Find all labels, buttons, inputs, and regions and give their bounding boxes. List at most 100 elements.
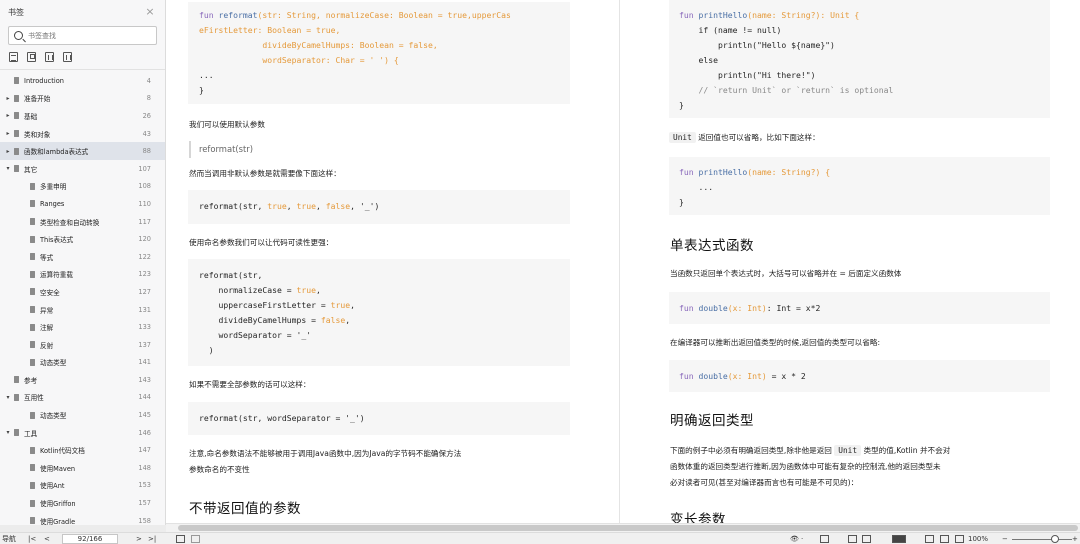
- chevron-down-icon[interactable]: ▾: [5, 394, 11, 401]
- bookmark-item[interactable]: 注解 133: [0, 318, 165, 336]
- bookmark-search-input[interactable]: [28, 31, 148, 40]
- close-icon[interactable]: ×: [145, 6, 155, 17]
- bookmark-label: 其它: [24, 165, 38, 174]
- document-horizontal-scrollbar[interactable]: [166, 523, 1080, 532]
- bookmark-item[interactable]: 动态类型 145: [0, 406, 165, 424]
- chevron-down-icon[interactable]: ▾: [5, 429, 11, 436]
- single-page-icon[interactable]: [820, 535, 829, 543]
- bookmark-page-number: 148: [138, 463, 151, 472]
- bookmark-item[interactable]: This表达式 120: [0, 230, 165, 248]
- bookmark-item[interactable]: 类型检查和自动转换 117: [0, 213, 165, 231]
- code-block-double-typed: fun double(x: Int): Int = x*2: [669, 292, 1050, 324]
- paragraph-explicit-line1: 下面的例子中必须有明确返回类型,除非他是返回 Unit 类型的值,Kotlin …: [670, 445, 951, 456]
- bookmark-page-number: 26: [142, 111, 151, 120]
- read-mode-icon[interactable]: 👁: [790, 534, 799, 544]
- bookmark-label: 反射: [40, 341, 54, 350]
- paragraph-non-default: 然而当调用非默认参数是就需要像下面这样：: [189, 169, 341, 178]
- bookmark-icon: [30, 270, 35, 278]
- fit-width-icon[interactable]: [191, 535, 200, 543]
- zoom-slider-handle[interactable]: [1051, 535, 1059, 543]
- chevron-down-icon[interactable]: ▾: [5, 165, 11, 172]
- chevron-right-icon[interactable]: ▸: [5, 148, 11, 155]
- bookmark-item[interactable]: ▸ 类和对象 43: [0, 125, 165, 143]
- bookmark-label: 动态类型: [40, 359, 67, 368]
- two-page-icon[interactable]: [862, 535, 871, 543]
- page-number-input[interactable]: 92/166: [62, 534, 118, 544]
- sidebar-divider: [0, 69, 165, 70]
- bookmark-item[interactable]: 使用Ant 153: [0, 477, 165, 495]
- chevron-right-icon[interactable]: ▸: [5, 95, 11, 102]
- bookmark-icon: [14, 429, 19, 437]
- fullscreen-icon[interactable]: [925, 535, 934, 543]
- bookmark-item[interactable]: ▸ 函数和lambda表达式 88: [0, 142, 165, 160]
- bookmark-label: 使用Griffon: [40, 500, 76, 509]
- fit-page-icon[interactable]: [176, 535, 185, 543]
- bookmark-item[interactable]: 多重申明 108: [0, 178, 165, 196]
- bookmark-item[interactable]: 参考 143: [0, 371, 165, 389]
- bookmark-icon: [30, 481, 35, 489]
- first-page-button[interactable]: |<: [28, 534, 36, 544]
- bookmark-item[interactable]: 使用Maven 148: [0, 459, 165, 477]
- bookmark-item[interactable]: Kotlin代码文档 147: [0, 441, 165, 459]
- bookmark-label: Kotlin代码文档: [40, 447, 85, 456]
- scrollbar-thumb[interactable]: [178, 525, 1078, 531]
- bookmark-item[interactable]: ▾ 工具 146: [0, 424, 165, 442]
- bookmark-page-number: 120: [138, 235, 151, 244]
- bookmark-item[interactable]: 空安全 127: [0, 283, 165, 301]
- expand-all-icon[interactable]: [9, 52, 18, 62]
- zoom-level[interactable]: 100%: [968, 534, 988, 544]
- code-block-reformat-call: reformat(str, true, true, false, '_'): [188, 190, 570, 224]
- paragraph-named-args: 使用命名参数我们可以让代码可读性更强：: [189, 238, 334, 247]
- collapse-all-icon[interactable]: [27, 52, 36, 62]
- bookmark-icon: [14, 130, 19, 138]
- bookmark-item[interactable]: ▾ 其它 107: [0, 160, 165, 178]
- read-mode-caret[interactable]: ·: [801, 534, 803, 544]
- bookmark-page-number: 117: [138, 217, 151, 226]
- continuous-page-icon[interactable]: [848, 535, 857, 543]
- bookmark-icon: [14, 94, 19, 102]
- zoom-out-button[interactable]: −: [1002, 534, 1008, 544]
- bookmark-icon: [14, 147, 19, 155]
- document-viewport[interactable]: fun reformat(str: String, normalizeCase:…: [166, 0, 1080, 523]
- bookmark-label: Introduction: [24, 76, 64, 85]
- code-block-print-hello-unit: fun printHello(name: String?): Unit { if…: [669, 0, 1050, 118]
- bookmark-item[interactable]: 反射 137: [0, 336, 165, 354]
- bookmark-page-number: 107: [138, 164, 151, 173]
- sidebar-horizontal-scrollbar[interactable]: [0, 525, 166, 532]
- bookmark-item[interactable]: ▸ 准备开始 8: [0, 90, 165, 108]
- last-page-button[interactable]: >|: [148, 534, 156, 544]
- bookmark-page-number: 145: [138, 411, 151, 420]
- document-view-icon[interactable]: [955, 535, 964, 543]
- bookmark-item[interactable]: Ranges 110: [0, 195, 165, 213]
- bookmark-icon: [14, 376, 19, 384]
- bookmark-item[interactable]: Introduction 4: [0, 72, 165, 90]
- bookmark-item[interactable]: 异常 131: [0, 301, 165, 319]
- bookmark-item[interactable]: ▾ 互用性 144: [0, 389, 165, 407]
- chevron-right-icon[interactable]: ▸: [5, 112, 11, 119]
- delete-bookmark-icon[interactable]: [63, 52, 72, 62]
- bookmark-page-number: 153: [138, 481, 151, 490]
- code-block-print-hello: fun printHello(name: String?) { ... }: [669, 157, 1050, 215]
- bookmark-item[interactable]: 使用Griffon 157: [0, 494, 165, 512]
- prev-page-button[interactable]: <: [44, 534, 50, 544]
- next-page-button[interactable]: >: [136, 534, 142, 544]
- add-bookmark-icon[interactable]: [45, 52, 54, 62]
- bookmark-page-number: 144: [138, 393, 151, 402]
- crop-icon[interactable]: [940, 535, 949, 543]
- bookmark-search-box[interactable]: [8, 26, 157, 45]
- bookmark-item[interactable]: 等式 122: [0, 248, 165, 266]
- bookmark-label: 空安全: [40, 288, 60, 297]
- zoom-in-button[interactable]: +: [1072, 534, 1078, 544]
- bookmark-item[interactable]: 动态类型 141: [0, 354, 165, 372]
- bookmark-item[interactable]: ▸ 基础 26: [0, 107, 165, 125]
- bookmark-item[interactable]: 运算符重载 123: [0, 266, 165, 284]
- inline-code-unit-2: Unit: [834, 445, 862, 456]
- page-separator: [619, 0, 620, 523]
- bookmark-icon: [30, 341, 35, 349]
- zoom-slider-track[interactable]: [1012, 539, 1072, 540]
- play-icon[interactable]: [892, 535, 906, 543]
- chevron-right-icon[interactable]: ▸: [5, 130, 11, 137]
- paragraph-unit-optional-text: 返回值也可以省略，比如下面这样：: [698, 133, 820, 142]
- bookmark-icon: [14, 77, 19, 85]
- bookmark-icon: [30, 446, 35, 454]
